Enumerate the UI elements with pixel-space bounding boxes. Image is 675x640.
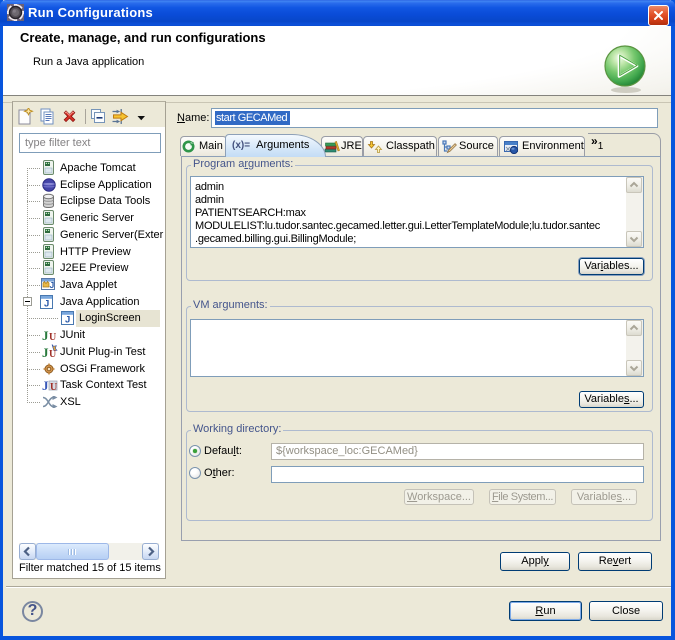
svg-text:U: U — [49, 349, 56, 359]
svg-text:J: J — [42, 378, 49, 392]
svg-text:J: J — [44, 299, 49, 310]
svg-text:U: U — [50, 382, 57, 392]
svg-text:J: J — [50, 280, 55, 290]
svg-text:J: J — [65, 315, 70, 326]
svg-text:U: U — [49, 332, 56, 342]
svg-text:J: J — [42, 328, 49, 342]
svg-text:J: J — [42, 345, 49, 359]
